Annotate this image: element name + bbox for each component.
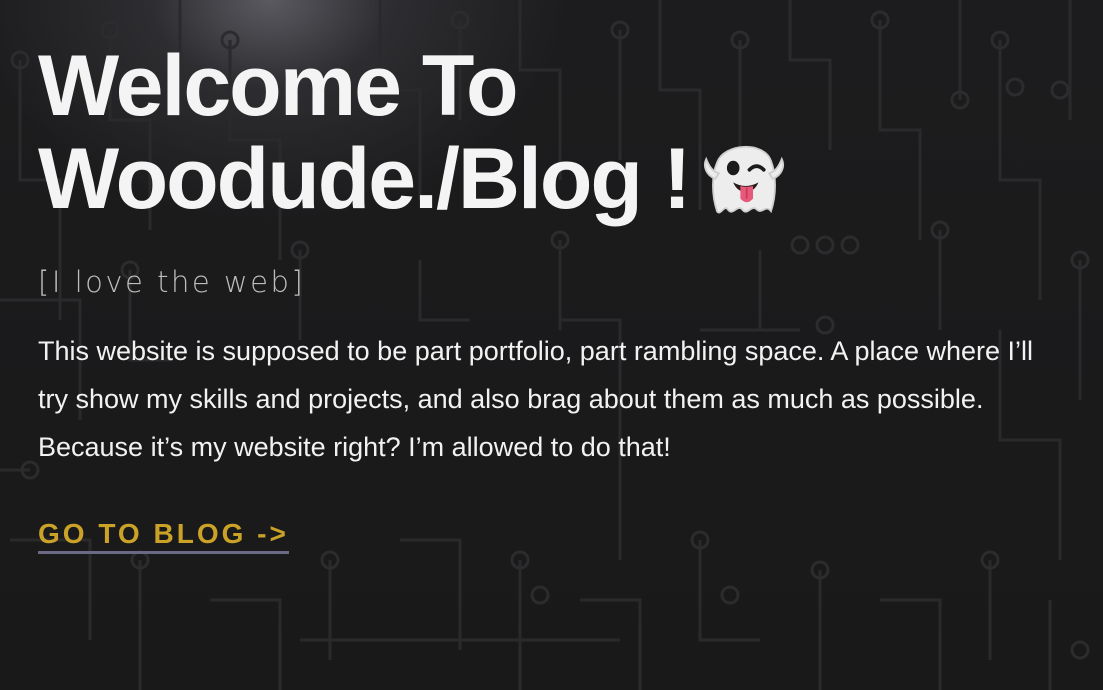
page: Welcome To Woodude./Blog ! [I love the w… <box>0 0 1103 690</box>
ghost-emoji-icon <box>703 145 784 214</box>
title-line-1: Welcome To <box>38 38 519 134</box>
page-title: Welcome To Woodude./Blog ! <box>38 40 1058 225</box>
hero-section: Welcome To Woodude./Blog ! [I love the w… <box>38 40 1058 554</box>
tagline: [I love the web] <box>38 265 306 299</box>
title-line-2: Woodude./Blog ! <box>38 131 691 227</box>
title-line-2-wrap: Woodude./Blog ! <box>38 132 1058 225</box>
intro-paragraph: This website is supposed to be part port… <box>38 336 1034 462</box>
go-to-blog-link[interactable]: GO TO BLOG -> <box>38 519 289 554</box>
